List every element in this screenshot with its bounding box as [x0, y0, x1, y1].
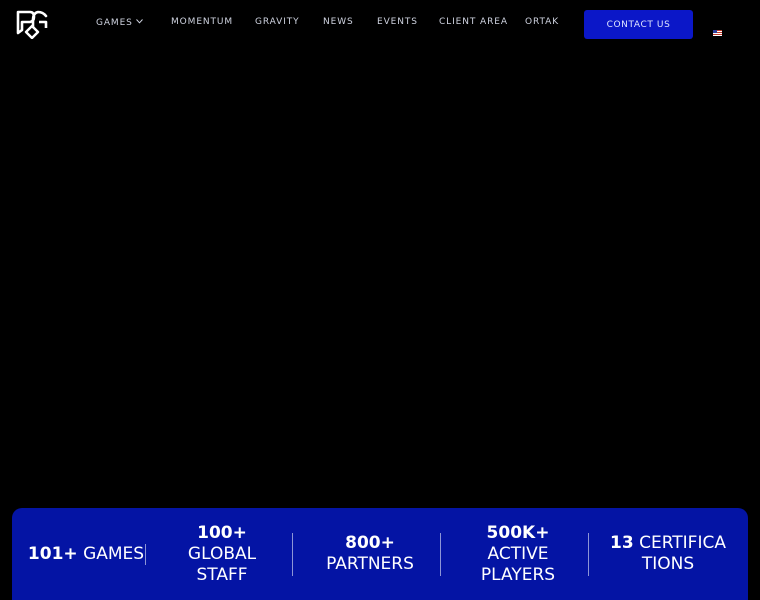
nav-events[interactable]: EVENTS — [377, 17, 418, 27]
stat-partners: 800+ PARTNERS — [304, 508, 436, 600]
stats-divider — [292, 533, 293, 576]
stat-certifications-value: 13 — [610, 533, 634, 553]
stat-certifications: 13 CERTIFICATIONS — [600, 508, 736, 600]
nav-games-label: GAMES — [96, 18, 133, 28]
stat-players-value: 500K+ — [486, 522, 550, 543]
nav-games[interactable]: GAMES — [96, 17, 143, 28]
nav-news-label: NEWS — [323, 17, 354, 27]
nav-news[interactable]: NEWS — [323, 17, 354, 27]
nav-ortak[interactable]: ORTAK — [525, 17, 559, 27]
contact-us-label: CONTACT US — [606, 19, 671, 30]
nav-gravity-label: GRAVITY — [255, 17, 300, 27]
nav-client-area-label: CLIENT AREA — [439, 17, 508, 27]
stats-divider — [588, 533, 589, 576]
stat-certifications-label: CERTIFICATIONS — [639, 533, 726, 574]
stat-games-value: 101+ — [27, 543, 78, 564]
nav-gravity[interactable]: GRAVITY — [255, 17, 300, 27]
top-navigation: GAMES MOMENTUM GRAVITY NEWS EVENTS CLIEN… — [0, 0, 760, 48]
stat-players-label: ACTIVE PLAYERS — [480, 543, 556, 585]
stat-players: 500K+ ACTIVE PLAYERS — [452, 508, 584, 600]
stat-staff: 100+ GLOBAL STAFF — [158, 508, 286, 600]
stat-staff-label: GLOBAL STAFF — [187, 543, 257, 585]
pg-logo-icon[interactable] — [15, 9, 49, 40]
stat-partners-label: PARTNERS — [326, 554, 414, 574]
nav-events-label: EVENTS — [377, 17, 418, 27]
nav-momentum-label: MOMENTUM — [171, 17, 234, 27]
nav-ortak-label: ORTAK — [525, 17, 560, 27]
hero-section — [0, 48, 760, 506]
stat-partners-value: 800+ — [345, 533, 395, 553]
contact-us-button[interactable]: CONTACT US — [584, 10, 693, 39]
nav-client-area[interactable]: CLIENT AREA — [439, 17, 508, 27]
stats-divider — [440, 533, 441, 576]
stat-games: 101+ GAMES — [26, 508, 146, 600]
stats-divider — [145, 544, 146, 565]
stat-staff-value: 100+ — [197, 522, 247, 543]
stat-games-label: GAMES — [83, 543, 145, 564]
chevron-down-icon — [135, 17, 143, 27]
stats-bar: 101+ GAMES 100+ GLOBAL STAFF 800+ PARTNE… — [12, 508, 748, 600]
nav-momentum[interactable]: MOMENTUM — [171, 17, 233, 27]
us-flag-icon[interactable] — [713, 21, 722, 36]
